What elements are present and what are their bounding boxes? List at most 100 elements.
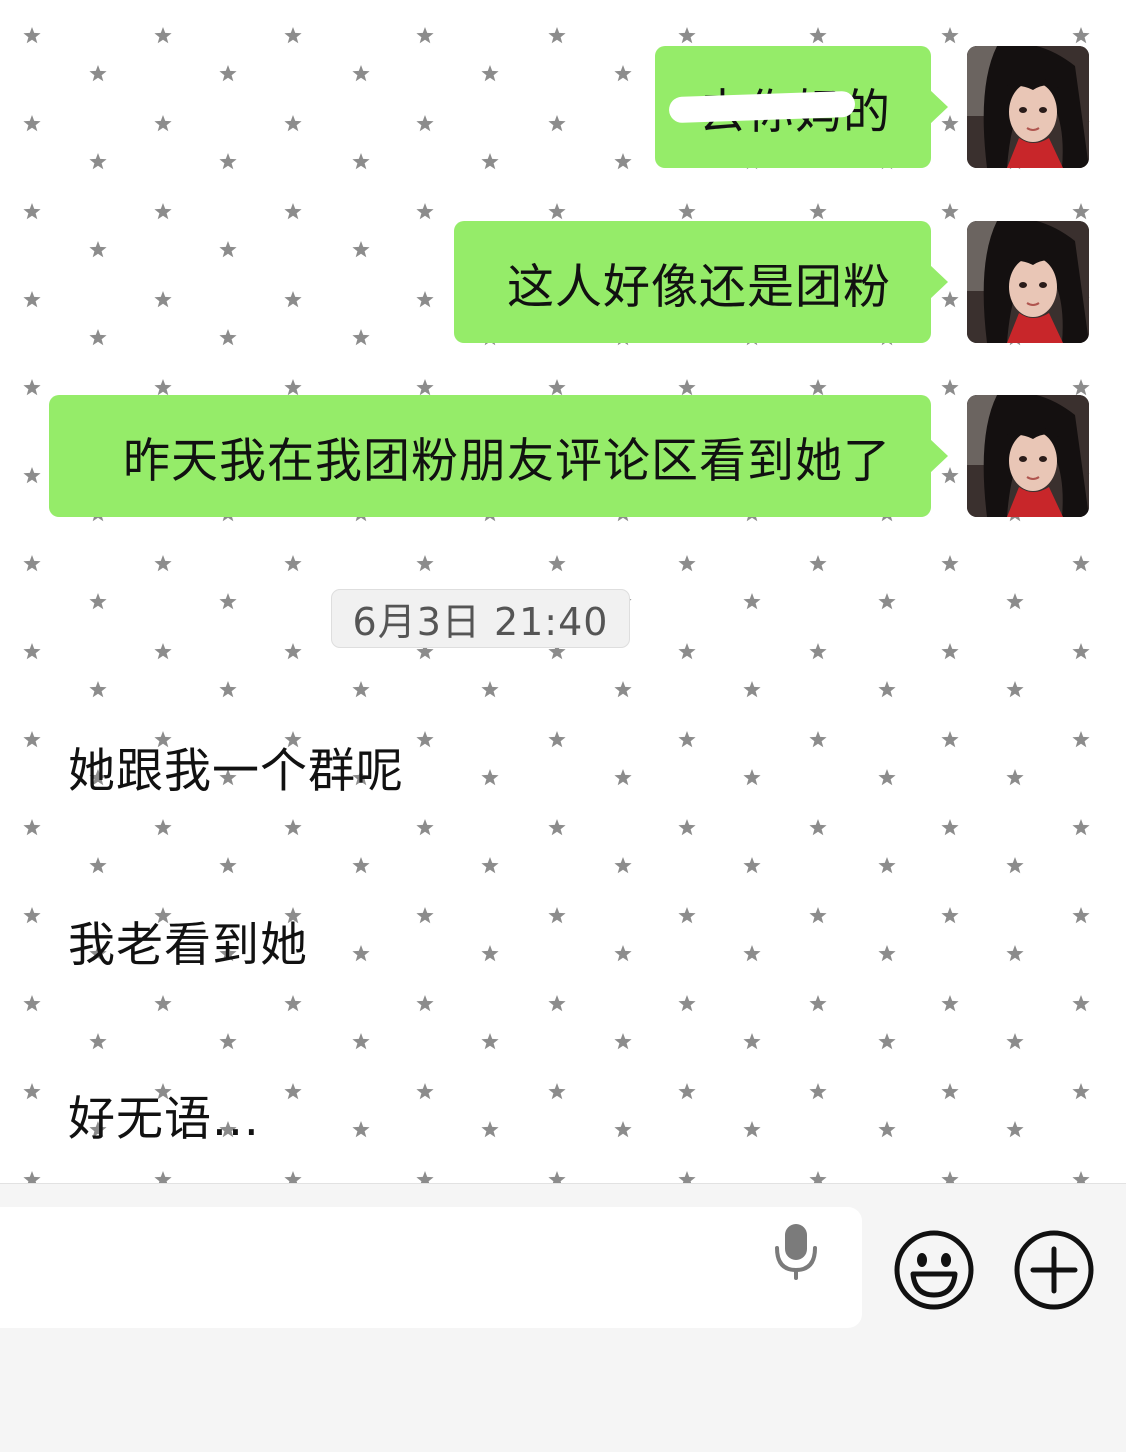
star-pattern (23, 467, 41, 484)
star-pattern (416, 291, 434, 308)
star-pattern (23, 379, 41, 396)
received-message-text[interactable]: 她跟我一个群呢 (68, 732, 404, 801)
star-pattern (154, 643, 172, 660)
star-pattern (416, 819, 434, 836)
star-pattern (809, 819, 827, 836)
star-pattern (352, 1121, 370, 1138)
star-pattern (809, 907, 827, 924)
star-pattern (481, 681, 499, 698)
star-pattern (614, 1033, 632, 1050)
star-pattern (23, 731, 41, 748)
star-pattern (284, 643, 302, 660)
star-pattern (678, 643, 696, 660)
star-pattern (23, 1083, 41, 1100)
star-pattern (416, 27, 434, 44)
sent-message-bubble[interactable]: 去你妈的 (655, 46, 948, 168)
star-pattern (89, 1033, 107, 1050)
star-pattern (614, 681, 632, 698)
star-pattern (548, 1171, 566, 1183)
star-pattern (809, 995, 827, 1012)
star-pattern (23, 555, 41, 572)
star-pattern (809, 379, 827, 396)
bubble-tail (930, 90, 948, 124)
microphone-icon[interactable] (771, 1220, 821, 1280)
plus-icon[interactable] (1013, 1229, 1095, 1311)
star-pattern (154, 1171, 172, 1183)
sent-message-bubble[interactable]: 这人好像还是团粉 (454, 221, 948, 343)
star-pattern (154, 203, 172, 220)
star-pattern (743, 1033, 761, 1050)
star-pattern (89, 593, 107, 610)
star-pattern (809, 731, 827, 748)
star-pattern (678, 27, 696, 44)
star-pattern (1006, 1033, 1024, 1050)
avatar[interactable] (967, 395, 1089, 517)
star-pattern (89, 153, 107, 170)
star-pattern (23, 27, 41, 44)
star-pattern (1072, 203, 1090, 220)
input-toolbar (0, 1183, 1126, 1452)
star-pattern (678, 1171, 696, 1183)
star-pattern (352, 153, 370, 170)
star-pattern (678, 995, 696, 1012)
star-pattern (809, 27, 827, 44)
star-pattern (89, 241, 107, 258)
star-pattern (1006, 945, 1024, 962)
star-pattern (941, 1083, 959, 1100)
star-pattern (219, 153, 237, 170)
star-pattern (678, 1083, 696, 1100)
star-pattern (678, 907, 696, 924)
received-message-text[interactable]: 我老看到她 (68, 906, 308, 975)
star-pattern (743, 593, 761, 610)
star-pattern (1072, 643, 1090, 660)
star-pattern (809, 643, 827, 660)
star-pattern (284, 291, 302, 308)
star-pattern (678, 379, 696, 396)
message-input[interactable] (0, 1207, 862, 1328)
star-pattern (878, 945, 896, 962)
star-pattern (1006, 681, 1024, 698)
star-pattern (481, 153, 499, 170)
star-pattern (878, 769, 896, 786)
star-pattern (284, 995, 302, 1012)
star-pattern (284, 379, 302, 396)
star-pattern (352, 1033, 370, 1050)
star-pattern (219, 241, 237, 258)
sent-message-bubble[interactable]: 昨天我在我团粉朋友评论区看到她了 (49, 395, 948, 517)
star-pattern (219, 329, 237, 346)
bubble-tail (930, 439, 948, 473)
star-pattern (219, 1033, 237, 1050)
received-message-text[interactable]: 好无语... (68, 1080, 260, 1149)
star-pattern (809, 555, 827, 572)
star-pattern (23, 1171, 41, 1183)
star-pattern (481, 857, 499, 874)
star-pattern (416, 995, 434, 1012)
star-pattern (416, 907, 434, 924)
star-pattern (743, 857, 761, 874)
star-pattern (614, 65, 632, 82)
star-pattern (1072, 995, 1090, 1012)
star-pattern (154, 291, 172, 308)
star-pattern (352, 681, 370, 698)
star-pattern (941, 1171, 959, 1183)
star-pattern (941, 819, 959, 836)
star-pattern (941, 203, 959, 220)
star-pattern (878, 681, 896, 698)
avatar-image (967, 46, 1089, 168)
emoji-icon[interactable] (893, 1229, 975, 1311)
star-pattern (481, 1033, 499, 1050)
timestamp-label: 6月3日 21:40 (331, 589, 630, 648)
avatar-image (967, 395, 1089, 517)
star-pattern (941, 995, 959, 1012)
star-pattern (743, 769, 761, 786)
avatar[interactable] (967, 46, 1089, 168)
chat-area[interactable]: 去你妈的 这人好像还是团粉 (0, 0, 1126, 1183)
star-pattern (284, 27, 302, 44)
star-pattern (878, 1033, 896, 1050)
star-pattern (89, 65, 107, 82)
star-pattern (1072, 27, 1090, 44)
star-pattern (219, 65, 237, 82)
star-pattern (1006, 593, 1024, 610)
avatar[interactable] (967, 221, 1089, 343)
star-pattern (481, 945, 499, 962)
